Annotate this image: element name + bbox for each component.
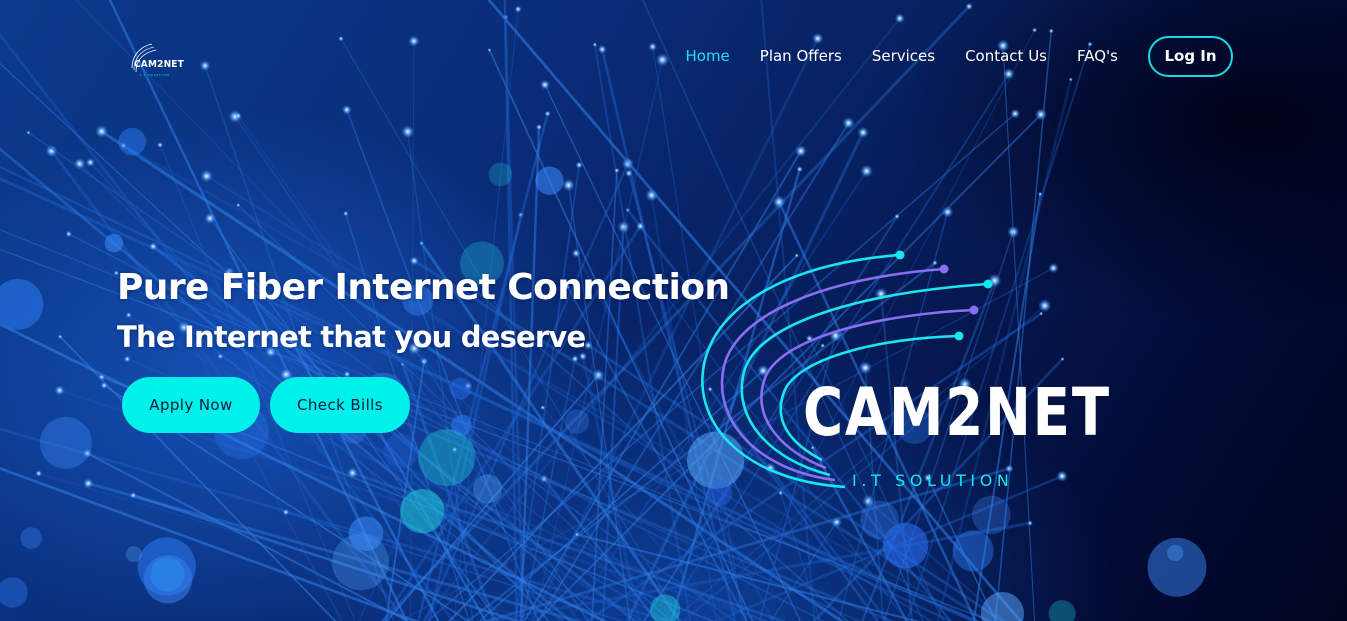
brand-emblem-arcs-icon: [701, 250, 993, 489]
brand-emblem-tagline: I.T SOLUTION: [852, 471, 1014, 490]
hero-section: CAM2NET I.T SOLUTION Home Plan Offers Se…: [0, 0, 1347, 621]
brand-emblem-name: CAM2NET: [803, 374, 1111, 451]
